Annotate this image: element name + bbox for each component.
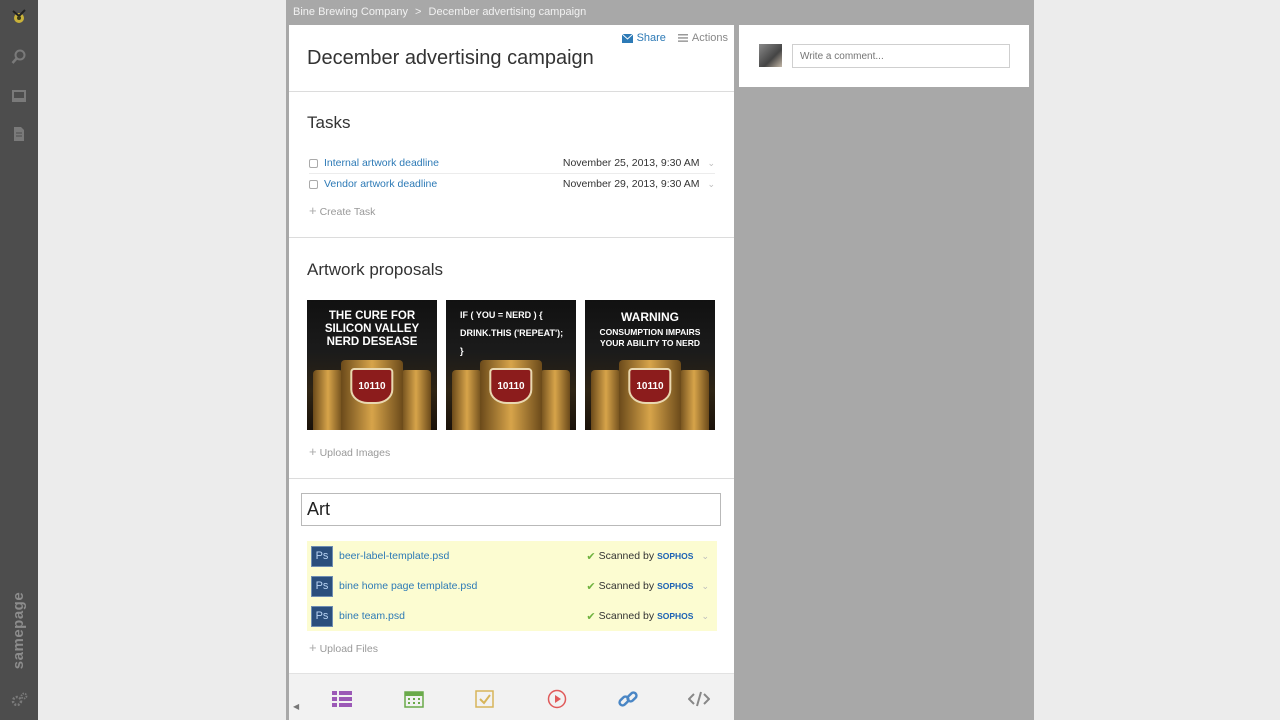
task-row[interactable]: Internal artwork deadline November 25, 2…: [309, 153, 715, 173]
calendar-icon[interactable]: [402, 689, 426, 709]
code-embed-icon[interactable]: [687, 689, 711, 709]
divider: [289, 91, 734, 92]
comment-panel: [739, 25, 1029, 87]
artwork-caption: IF ( YOU = NERD ) {: [460, 310, 543, 320]
artwork-caption: NERD DESEASE: [326, 336, 418, 348]
artwork-caption: SILICON VALLEY: [324, 323, 420, 335]
divider: [289, 478, 734, 479]
chevron-down-icon[interactable]: ⌄: [707, 158, 715, 169]
app-rail: samepage: [0, 0, 38, 720]
create-task-button[interactable]: + Create Task: [309, 203, 375, 218]
document-icon[interactable]: [9, 124, 29, 144]
file-name[interactable]: bine home page template.psd: [339, 580, 586, 592]
task-checkbox[interactable]: [309, 158, 318, 168]
photoshop-file-icon: Ps: [311, 605, 333, 627]
upload-images-label: Upload Images: [319, 447, 391, 459]
file-search-input[interactable]: [301, 493, 721, 526]
task-checkbox[interactable]: [309, 179, 318, 189]
artwork-caption: CONSUMPTION IMPAIRS: [599, 327, 701, 337]
table-icon[interactable]: [330, 689, 354, 709]
artwork-caption: }: [460, 346, 464, 356]
plus-icon: +: [309, 640, 317, 655]
check-icon: ✔: [586, 580, 596, 593]
sophos-logo: SOPHOS: [657, 581, 694, 591]
scan-status: Scanned by: [598, 610, 655, 622]
upload-files-button[interactable]: + Upload Files: [309, 640, 378, 655]
share-button[interactable]: Share: [621, 32, 666, 44]
link-icon[interactable]: [616, 689, 640, 709]
app-logo-icon[interactable]: [9, 7, 29, 27]
artwork-thumbnail[interactable]: THE CURE FOR SILICON VALLEY NERD DESEASE…: [307, 300, 437, 430]
plus-icon: +: [309, 444, 317, 459]
photoshop-file-icon: Ps: [311, 545, 333, 567]
artwork-caption: YOUR ABILITY TO NERD: [600, 338, 700, 348]
breadcrumb-separator: >: [415, 6, 422, 18]
upload-files-label: Upload Files: [319, 643, 378, 655]
chevron-down-icon[interactable]: ⌄: [707, 179, 715, 190]
divider: [289, 237, 734, 238]
inbox-icon[interactable]: [9, 86, 29, 106]
breadcrumb: Bine Brewing Company > December advertis…: [293, 6, 590, 18]
artwork-caption: WARNING: [621, 310, 679, 324]
create-task-label: Create Task: [319, 206, 376, 218]
chevron-down-icon[interactable]: ⌄: [701, 581, 709, 592]
envelope-icon: [621, 33, 633, 43]
file-row[interactable]: Ps bine home page template.psd ✔ Scanned…: [307, 571, 717, 601]
task-row[interactable]: Vendor artwork deadline November 29, 201…: [309, 174, 715, 194]
comment-input[interactable]: [792, 44, 1010, 68]
task-date: November 29, 2013, 9:30 AM: [562, 178, 700, 190]
chevron-down-icon[interactable]: ⌄: [701, 551, 709, 562]
photoshop-file-icon: Ps: [311, 575, 333, 597]
upload-images-button[interactable]: + Upload Images: [309, 444, 390, 459]
actions-label: Actions: [691, 32, 728, 44]
scan-status: Scanned by: [598, 580, 655, 592]
file-name[interactable]: bine team.psd: [339, 610, 586, 622]
file-row[interactable]: Ps bine team.psd ✔ Scanned by SOPHOS ⌄: [307, 601, 717, 631]
task-name[interactable]: Vendor artwork deadline: [324, 178, 563, 190]
file-name[interactable]: beer-label-template.psd: [339, 550, 586, 562]
brand-label: samepage: [10, 591, 28, 669]
artwork-caption: THE CURE FOR: [328, 310, 416, 322]
breadcrumb-company[interactable]: Bine Brewing Company: [293, 6, 408, 18]
beer-can: 10110: [619, 360, 681, 430]
list-icon: [677, 34, 688, 42]
search-icon[interactable]: [9, 47, 29, 67]
file-row[interactable]: Ps beer-label-template.psd ✔ Scanned by …: [307, 541, 717, 571]
video-play-icon[interactable]: [545, 689, 569, 709]
artwork-thumbnail[interactable]: IF ( YOU = NERD ) { DRINK.THIS ('REPEAT'…: [446, 300, 576, 430]
sophos-logo: SOPHOS: [657, 551, 694, 561]
check-icon: ✔: [586, 550, 596, 563]
checkbox-task-icon[interactable]: [473, 689, 497, 709]
collapse-left-icon[interactable]: ◀: [293, 702, 299, 711]
page-header-actions: Share Actions: [621, 32, 728, 44]
artwork-heading[interactable]: Artwork proposals: [307, 260, 443, 280]
scan-status: Scanned by: [598, 550, 655, 562]
tasks-heading[interactable]: Tasks: [307, 113, 350, 133]
task-date: November 25, 2013, 9:30 AM: [562, 157, 700, 169]
chevron-down-icon[interactable]: ⌄: [701, 611, 709, 622]
page-card: Share Actions December advertising campa…: [289, 25, 734, 720]
settings-gear-icon[interactable]: [9, 690, 29, 710]
breadcrumb-page[interactable]: December advertising campaign: [429, 6, 587, 18]
actions-menu-button[interactable]: Actions: [677, 32, 728, 44]
plus-icon: +: [309, 203, 317, 218]
beer-can: 10110: [480, 360, 542, 430]
page-title[interactable]: December advertising campaign: [307, 47, 594, 70]
insert-toolbar: ◀: [289, 673, 734, 720]
artwork-thumbnail[interactable]: WARNING CONSUMPTION IMPAIRS YOUR ABILITY…: [585, 300, 715, 430]
beer-can: 10110: [341, 360, 403, 430]
share-label: Share: [636, 32, 666, 44]
artwork-caption: DRINK.THIS ('REPEAT');: [460, 328, 564, 338]
check-icon: ✔: [586, 610, 596, 623]
avatar: [759, 44, 782, 67]
sophos-logo: SOPHOS: [657, 611, 694, 621]
task-name[interactable]: Internal artwork deadline: [324, 157, 563, 169]
